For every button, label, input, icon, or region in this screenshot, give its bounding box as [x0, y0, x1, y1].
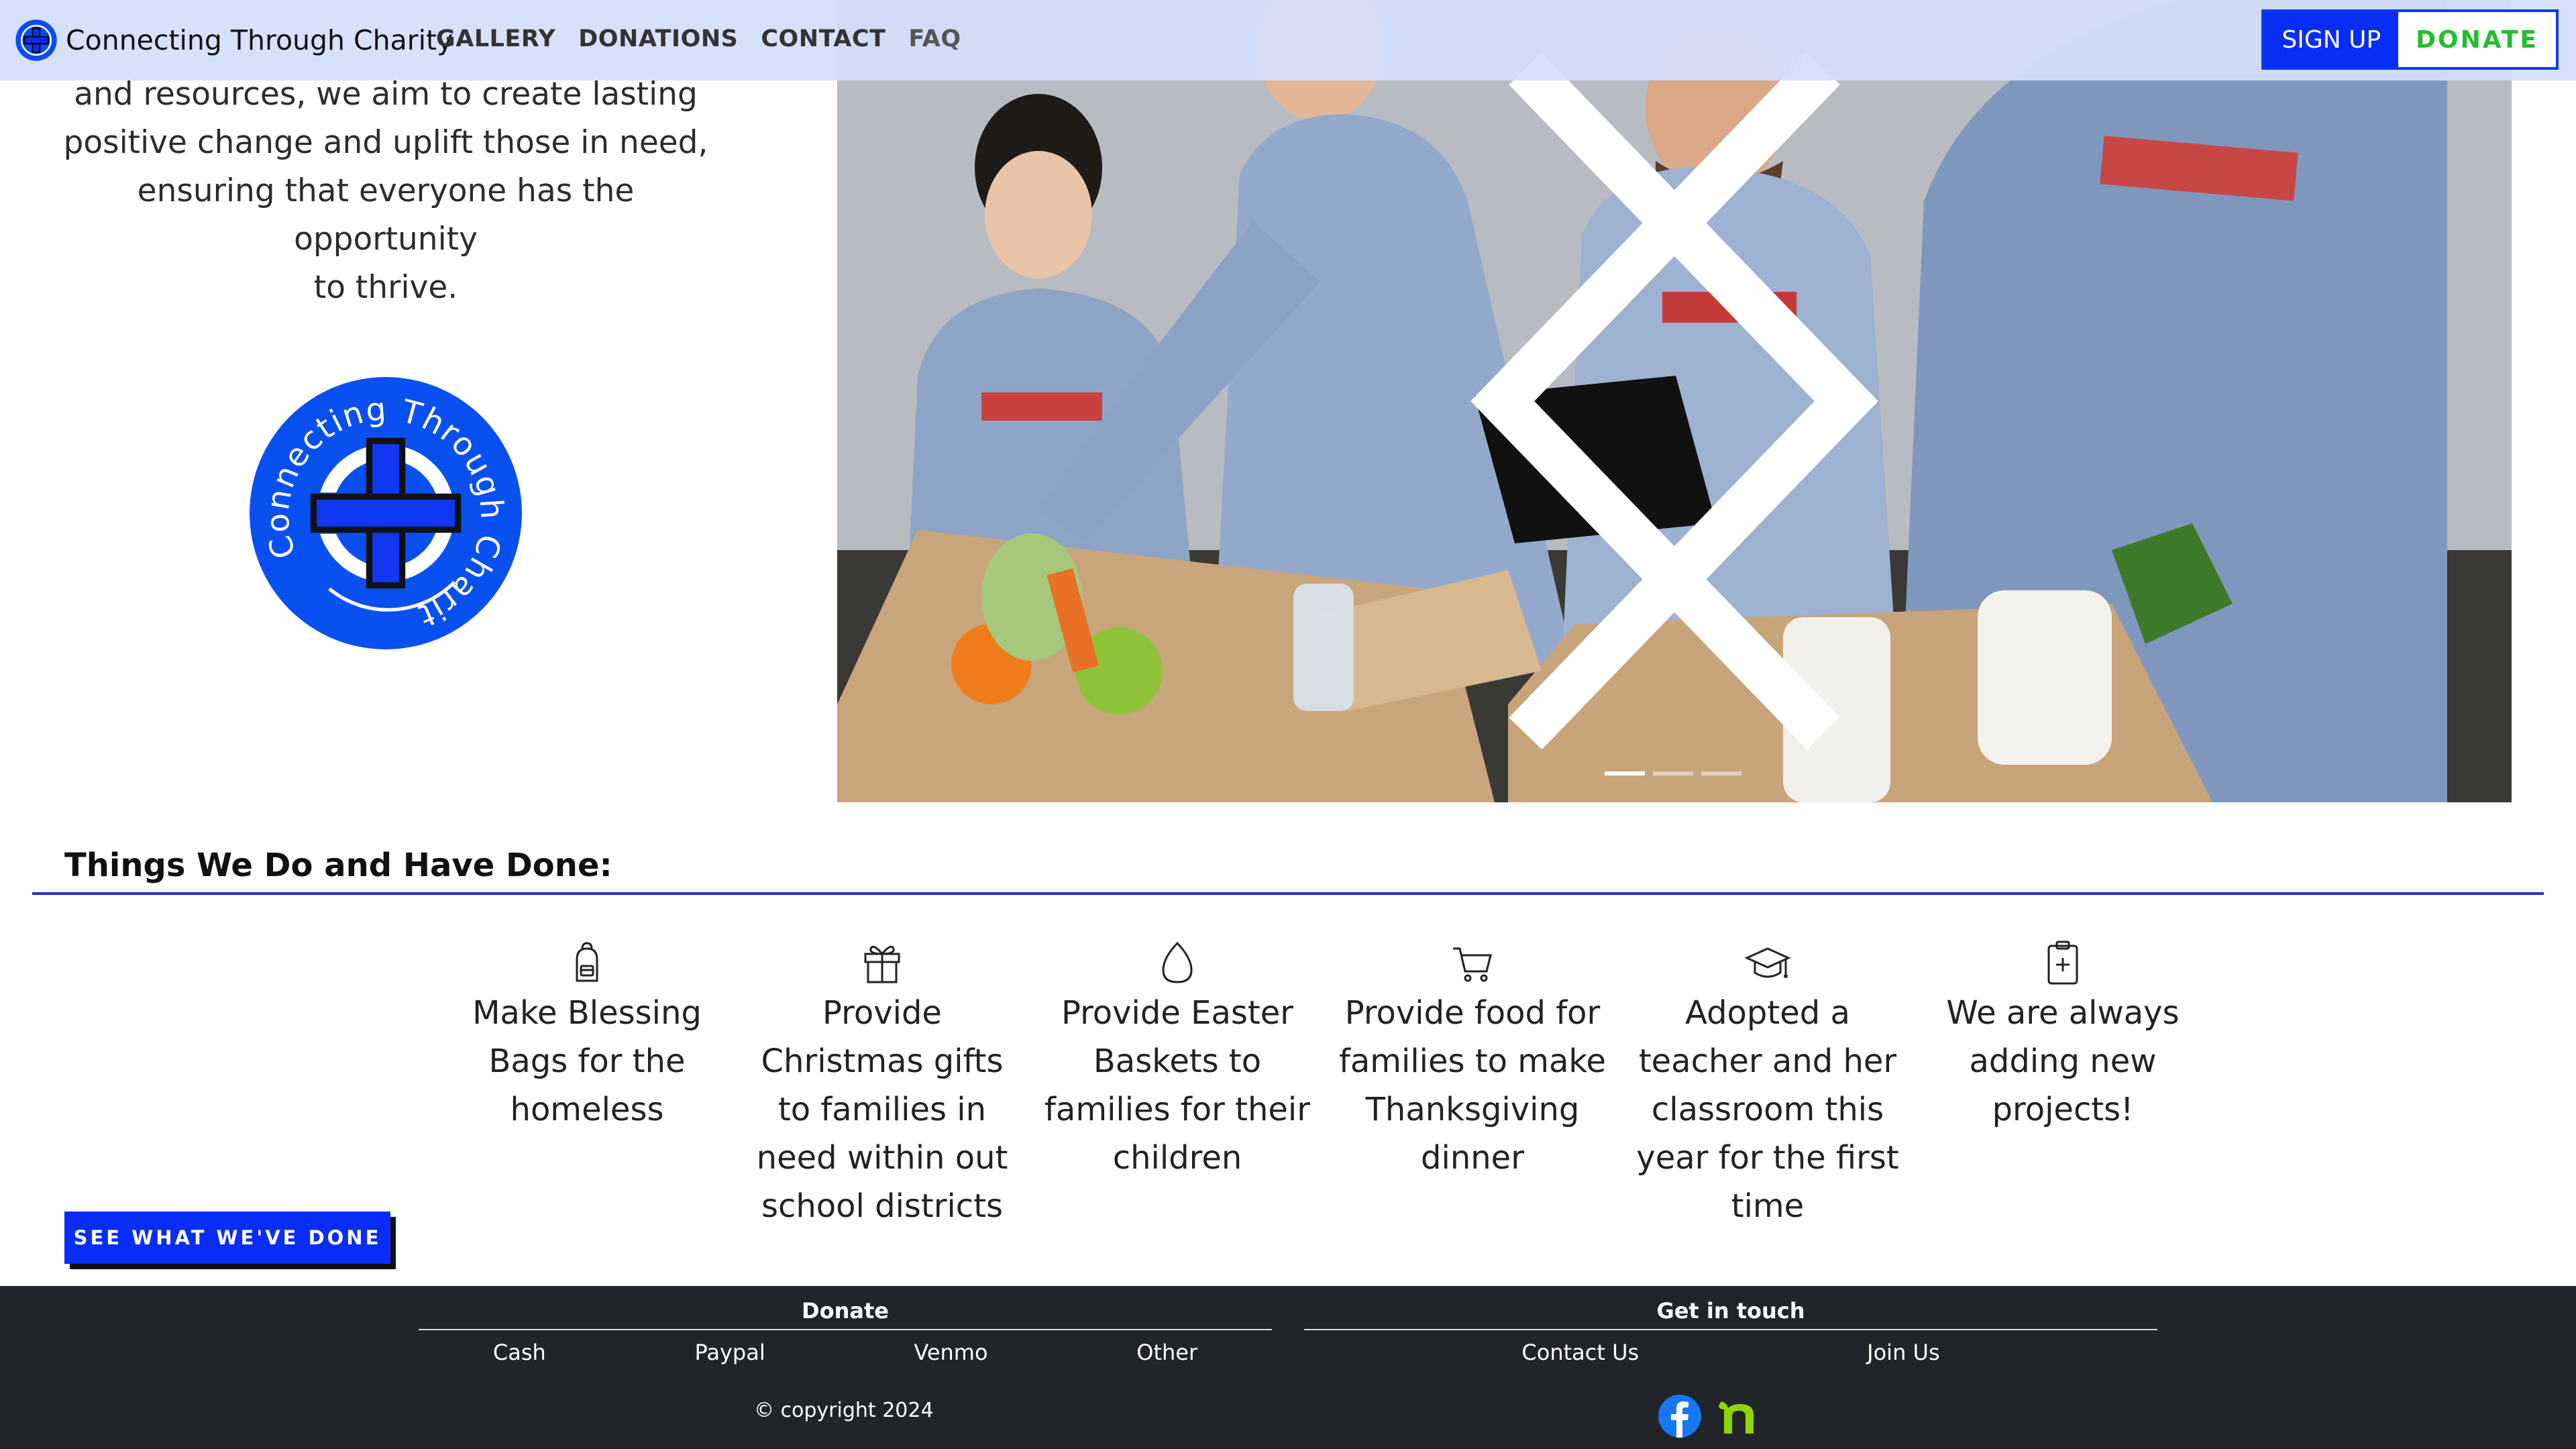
section-divider	[32, 892, 2544, 895]
brand[interactable]: Connecting Through Charity	[15, 19, 453, 62]
footer-link-other[interactable]: Other	[1136, 1340, 1197, 1365]
brand-logo-icon	[15, 19, 57, 61]
nav-links: GALLERY DONATIONS CONTACT FAQ	[436, 25, 961, 52]
thing-item: Provide food for families to make Thanks…	[1325, 939, 1620, 1230]
thing-item: We are always adding new projects!	[1915, 939, 2210, 1230]
hero-line: positive change and uplift those in need…	[63, 124, 708, 161]
thing-description: Adopted a teacher and her classroom this…	[1636, 994, 1899, 1225]
thing-description: Make Blessing Bags for the homeless	[472, 994, 702, 1128]
donate-button[interactable]: DONATE	[2398, 12, 2556, 67]
carousel-indicators	[1605, 771, 1741, 775]
footer-link-contact-us[interactable]: Contact Us	[1521, 1340, 1639, 1365]
thing-description: Provide food for families to make Thanks…	[1338, 994, 1607, 1177]
photo-carousel[interactable]	[837, 0, 2512, 802]
nextdoor-icon[interactable]	[1715, 1393, 1760, 1439]
footer-link-venmo[interactable]: Venmo	[914, 1340, 987, 1365]
footer-contact-column: Get in touch Contact Us Join Us	[1304, 1298, 2157, 1365]
thing-description: Provide Christmas gifts to families in n…	[756, 994, 1008, 1225]
footer-donate-column: Donate Cash Paypal Venmo Other	[419, 1298, 1272, 1365]
carousel-next-arrow-icon[interactable]	[837, 0, 2512, 802]
nav-actions: SIGN UP DONATE	[2261, 9, 2559, 70]
hero-description: and resources, we aim to create lasting …	[47, 70, 724, 312]
thing-item: Provide Christmas gifts to families in n…	[735, 939, 1030, 1230]
backpack-icon	[576, 942, 598, 982]
footer-donate-heading: Donate	[419, 1298, 1272, 1330]
carousel-indicator[interactable]	[1701, 771, 1741, 775]
organization-logo: Connecting Through Charity	[248, 376, 522, 649]
nav-link-contact[interactable]: CONTACT	[761, 25, 885, 52]
footer-donate-links: Cash Paypal Venmo Other	[419, 1340, 1272, 1365]
egg-icon	[1162, 941, 1193, 983]
carousel-indicator[interactable]	[1653, 771, 1693, 775]
top-navbar: Connecting Through Charity GALLERY DONAT…	[0, 0, 2576, 80]
footer-contact-heading: Get in touch	[1304, 1298, 2157, 1330]
footer-contact-links: Contact Us Join Us	[1304, 1340, 2157, 1365]
copyright-text: © copyright 2024	[754, 1399, 934, 1422]
footer-link-paypal[interactable]: Paypal	[694, 1340, 765, 1365]
nav-link-faq[interactable]: FAQ	[908, 25, 961, 52]
social-links	[1657, 1393, 1760, 1439]
graduation-cap-icon	[1744, 947, 1791, 978]
thing-description: Provide Easter Baskets to families for t…	[1044, 994, 1310, 1177]
thing-item: Adopted a teacher and her classroom this…	[1620, 939, 1915, 1230]
gift-icon	[864, 945, 900, 983]
footer-link-join-us[interactable]: Join Us	[1867, 1340, 1939, 1365]
brand-name: Connecting Through Charity	[66, 24, 453, 56]
hero-line: ensuring that everyone has the opportuni…	[137, 172, 635, 258]
nav-link-gallery[interactable]: GALLERY	[436, 25, 555, 52]
facebook-icon[interactable]	[1657, 1393, 1703, 1439]
footer-link-cash[interactable]: Cash	[493, 1340, 546, 1365]
clipboard-plus-icon	[2047, 941, 2078, 985]
thing-item: Make Blessing Bags for the homeless	[439, 939, 735, 1230]
cart-icon	[1453, 947, 1492, 982]
nav-link-donations[interactable]: DONATIONS	[578, 25, 738, 52]
carousel-indicator[interactable]	[1605, 771, 1645, 775]
thing-description: We are always adding new projects!	[1946, 994, 2180, 1128]
see-what-weve-done-button[interactable]: SEE WHAT WE'VE DONE	[64, 1212, 390, 1264]
section-title: Things We Do and Have Done:	[64, 847, 612, 884]
sign-up-button[interactable]: SIGN UP	[2264, 12, 2399, 67]
footer: Donate Cash Paypal Venmo Other Get in to…	[0, 1286, 2576, 1449]
hero-line: to thrive.	[313, 269, 458, 306]
thing-item: Provide Easter Baskets to families for t…	[1030, 939, 1325, 1230]
things-list: Make Blessing Bags for the homeless Prov…	[439, 939, 2210, 1230]
